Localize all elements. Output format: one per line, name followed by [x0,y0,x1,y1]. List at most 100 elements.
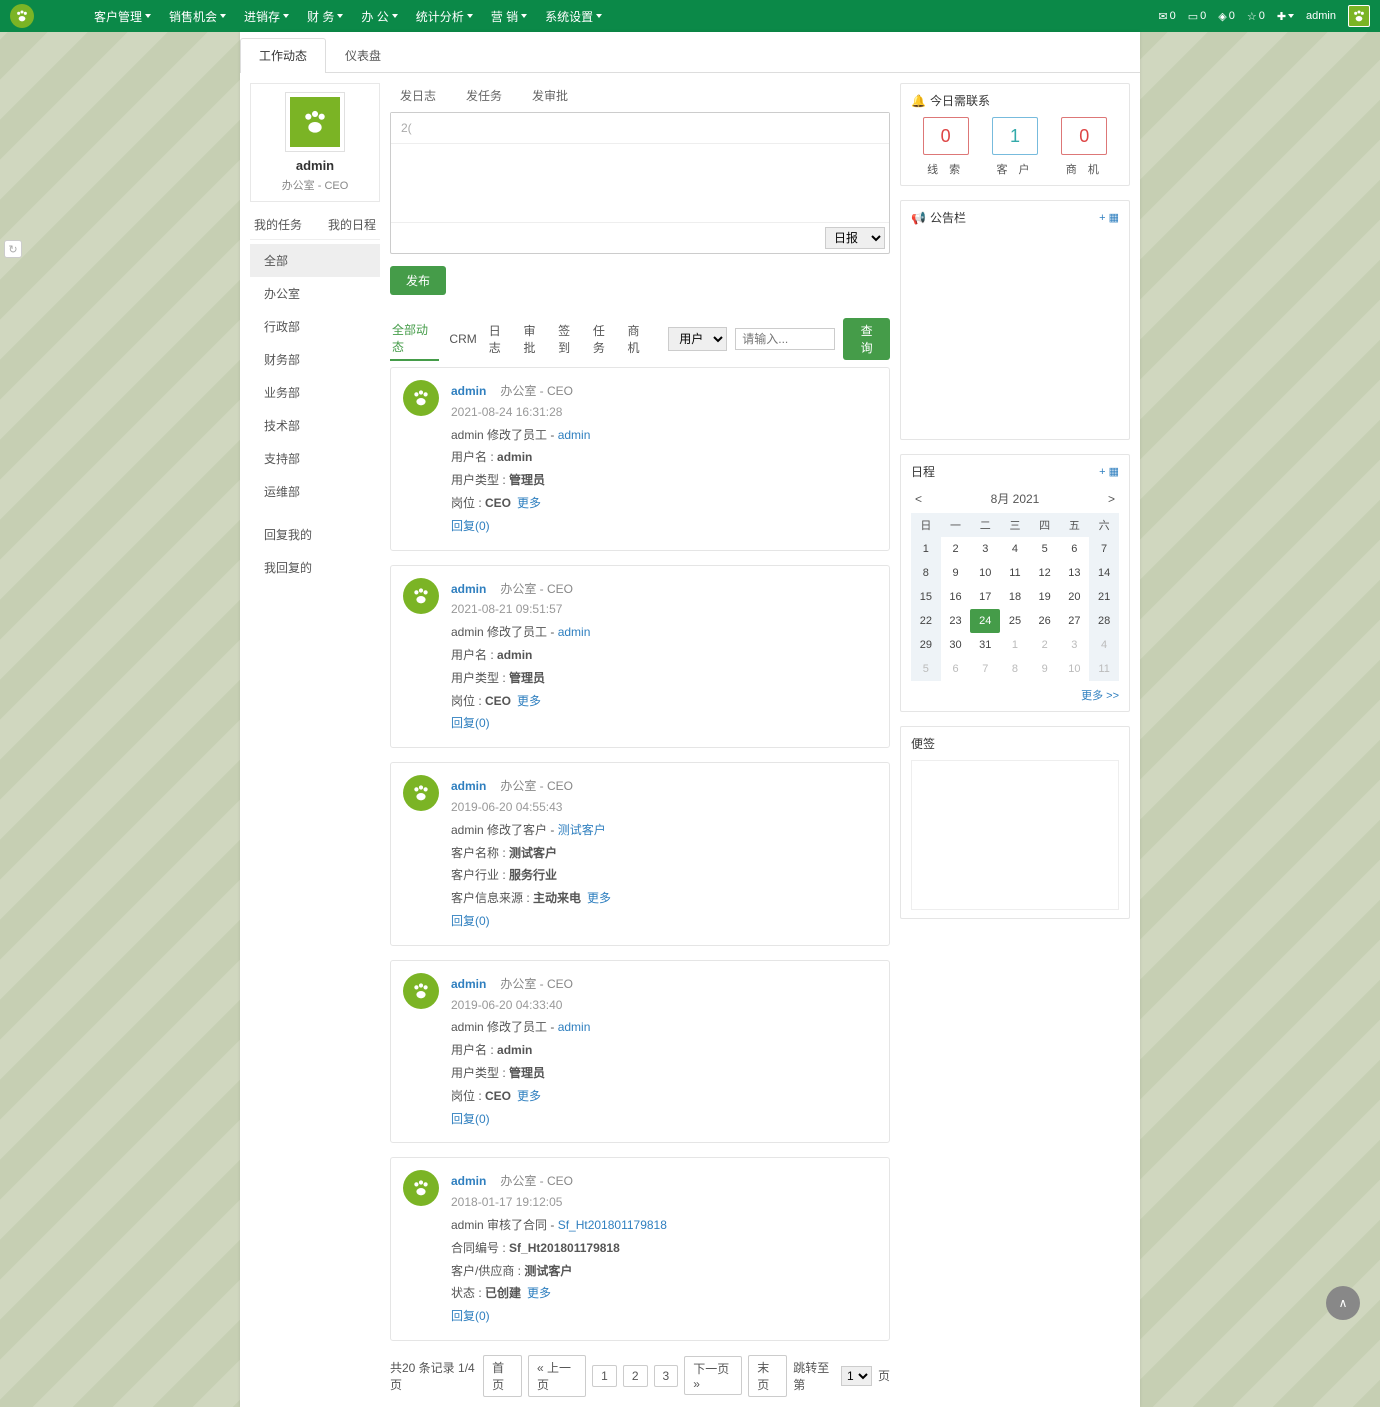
tab-workfeed[interactable]: 工作动态 [240,38,326,73]
feed-target[interactable]: Sf_Ht201801179818 [558,1218,667,1232]
pager-first[interactable]: 首页 [483,1355,522,1397]
feed-author[interactable]: admin [451,384,486,398]
reply-to-me[interactable]: 回复我的 [250,518,380,551]
plus-icon[interactable]: ✚ [1277,10,1294,23]
nav-customers[interactable]: 客户管理 [94,8,151,25]
calendar-day[interactable]: 24 [970,609,1000,633]
feed-avatar[interactable] [403,1170,439,1206]
calendar-day[interactable]: 5 [911,657,941,681]
pager-jump-select[interactable]: 1 [841,1366,872,1386]
nav-stats[interactable]: 统计分析 [416,8,473,25]
feed-reply[interactable]: 回复(0) [451,910,877,933]
tab-dashboard[interactable]: 仪表盘 [326,38,400,72]
calendar-day[interactable]: 14 [1089,561,1119,585]
calendar-day[interactable]: 6 [1060,537,1090,561]
calendar-day[interactable]: 31 [970,633,1000,657]
dept-ops[interactable]: 运维部 [250,475,380,508]
pager-next[interactable]: 下一页 » [684,1356,742,1395]
pager-1[interactable]: 1 [592,1365,617,1387]
history-float-icon[interactable]: ↻ [4,240,22,258]
filter-search-button[interactable]: 查询 [843,318,890,360]
calendar-day[interactable]: 10 [1060,657,1090,681]
back-to-top[interactable]: ∧ [1326,1286,1360,1320]
dept-support[interactable]: 支持部 [250,442,380,475]
calendar-day[interactable]: 3 [1060,633,1090,657]
feed-reply[interactable]: 回复(0) [451,1305,877,1328]
calendar-day[interactable]: 21 [1089,585,1119,609]
calendar-day[interactable]: 4 [1000,537,1030,561]
calendar-day[interactable]: 11 [1000,561,1030,585]
diamond-icon[interactable]: ◈ 0 [1218,10,1235,23]
feed-avatar[interactable] [403,578,439,614]
calendar-day[interactable]: 4 [1089,633,1119,657]
composer-body-input[interactable] [391,144,889,219]
calendar-day[interactable]: 22 [911,609,941,633]
calendar-day[interactable]: 2 [1030,633,1060,657]
calendar-day[interactable]: 3 [970,537,1000,561]
feed-reply[interactable]: 回复(0) [451,515,877,538]
feed-author[interactable]: admin [451,977,486,991]
calendar-day[interactable]: 6 [941,657,971,681]
pager-prev[interactable]: « 上一页 [528,1355,586,1397]
feed-target[interactable]: admin [558,428,591,442]
calendar-day[interactable]: 7 [970,657,1000,681]
calendar-day[interactable]: 2 [941,537,971,561]
calendar-day[interactable]: 9 [941,561,971,585]
calendar-more[interactable]: 更多 >> [911,687,1119,703]
calendar-day[interactable]: 1 [911,537,941,561]
filter-scope-select[interactable]: 用户 [668,327,727,351]
calendar-day[interactable]: 1 [1000,633,1030,657]
filter-search-input[interactable] [735,328,835,350]
calendar-day[interactable]: 13 [1060,561,1090,585]
calendar-day[interactable]: 8 [911,561,941,585]
app-logo[interactable] [10,4,34,28]
my-replies[interactable]: 我回复的 [250,551,380,584]
calendar-day[interactable]: 28 [1089,609,1119,633]
calendar-day[interactable]: 17 [970,585,1000,609]
dept-biz[interactable]: 业务部 [250,376,380,409]
feed-more[interactable]: 更多 [517,694,541,708]
star-icon[interactable]: ☆ 0 [1247,10,1265,23]
feed-avatar[interactable] [403,973,439,1009]
filter-checkin[interactable]: 签到 [556,318,583,360]
calendar-day[interactable]: 20 [1060,585,1090,609]
mail-icon[interactable]: ✉ 0 [1158,10,1175,23]
feed-target[interactable]: admin [558,1020,591,1034]
calendar-day[interactable]: 30 [941,633,971,657]
user-avatar[interactable] [285,92,345,152]
counter-leads[interactable]: 0线 索 [923,117,969,177]
calendar-add[interactable]: + ▦ [1099,465,1119,478]
dept-all[interactable]: 全部 [250,244,380,277]
publish-button[interactable]: 发布 [390,266,446,295]
feed-reply[interactable]: 回复(0) [451,1108,877,1131]
nav-office[interactable]: 办 公 [361,8,397,25]
dept-finance[interactable]: 财务部 [250,343,380,376]
dept-tech[interactable]: 技术部 [250,409,380,442]
calendar-day[interactable]: 9 [1030,657,1060,681]
calendar-day[interactable]: 19 [1030,585,1060,609]
sticky-area[interactable] [911,760,1119,910]
filter-opp[interactable]: 商机 [626,318,653,360]
calendar-day[interactable]: 16 [941,585,971,609]
nav-sales[interactable]: 销售机会 [169,8,226,25]
feed-more[interactable]: 更多 [587,891,611,905]
calendar-day[interactable]: 5 [1030,537,1060,561]
pager-last[interactable]: 末页 [748,1355,787,1397]
calendar-day[interactable]: 11 [1089,657,1119,681]
feed-avatar[interactable] [403,380,439,416]
filter-crm[interactable]: CRM [447,328,478,350]
calendar-day[interactable]: 10 [970,561,1000,585]
calendar-day[interactable]: 27 [1060,609,1090,633]
nav-settings[interactable]: 系统设置 [545,8,602,25]
calendar-day[interactable]: 25 [1000,609,1030,633]
counter-opps[interactable]: 0商 机 [1061,117,1107,177]
filter-all[interactable]: 全部动态 [390,317,439,361]
cal-prev[interactable]: < [915,492,922,506]
calendar-day[interactable]: 15 [911,585,941,609]
board-add[interactable]: + ▦ [1099,211,1119,224]
dept-office[interactable]: 办公室 [250,277,380,310]
counter-customers[interactable]: 1客 户 [992,117,1038,177]
feed-author[interactable]: admin [451,582,486,596]
tab-post-log[interactable]: 发日志 [400,87,436,104]
calendar-day[interactable]: 26 [1030,609,1060,633]
